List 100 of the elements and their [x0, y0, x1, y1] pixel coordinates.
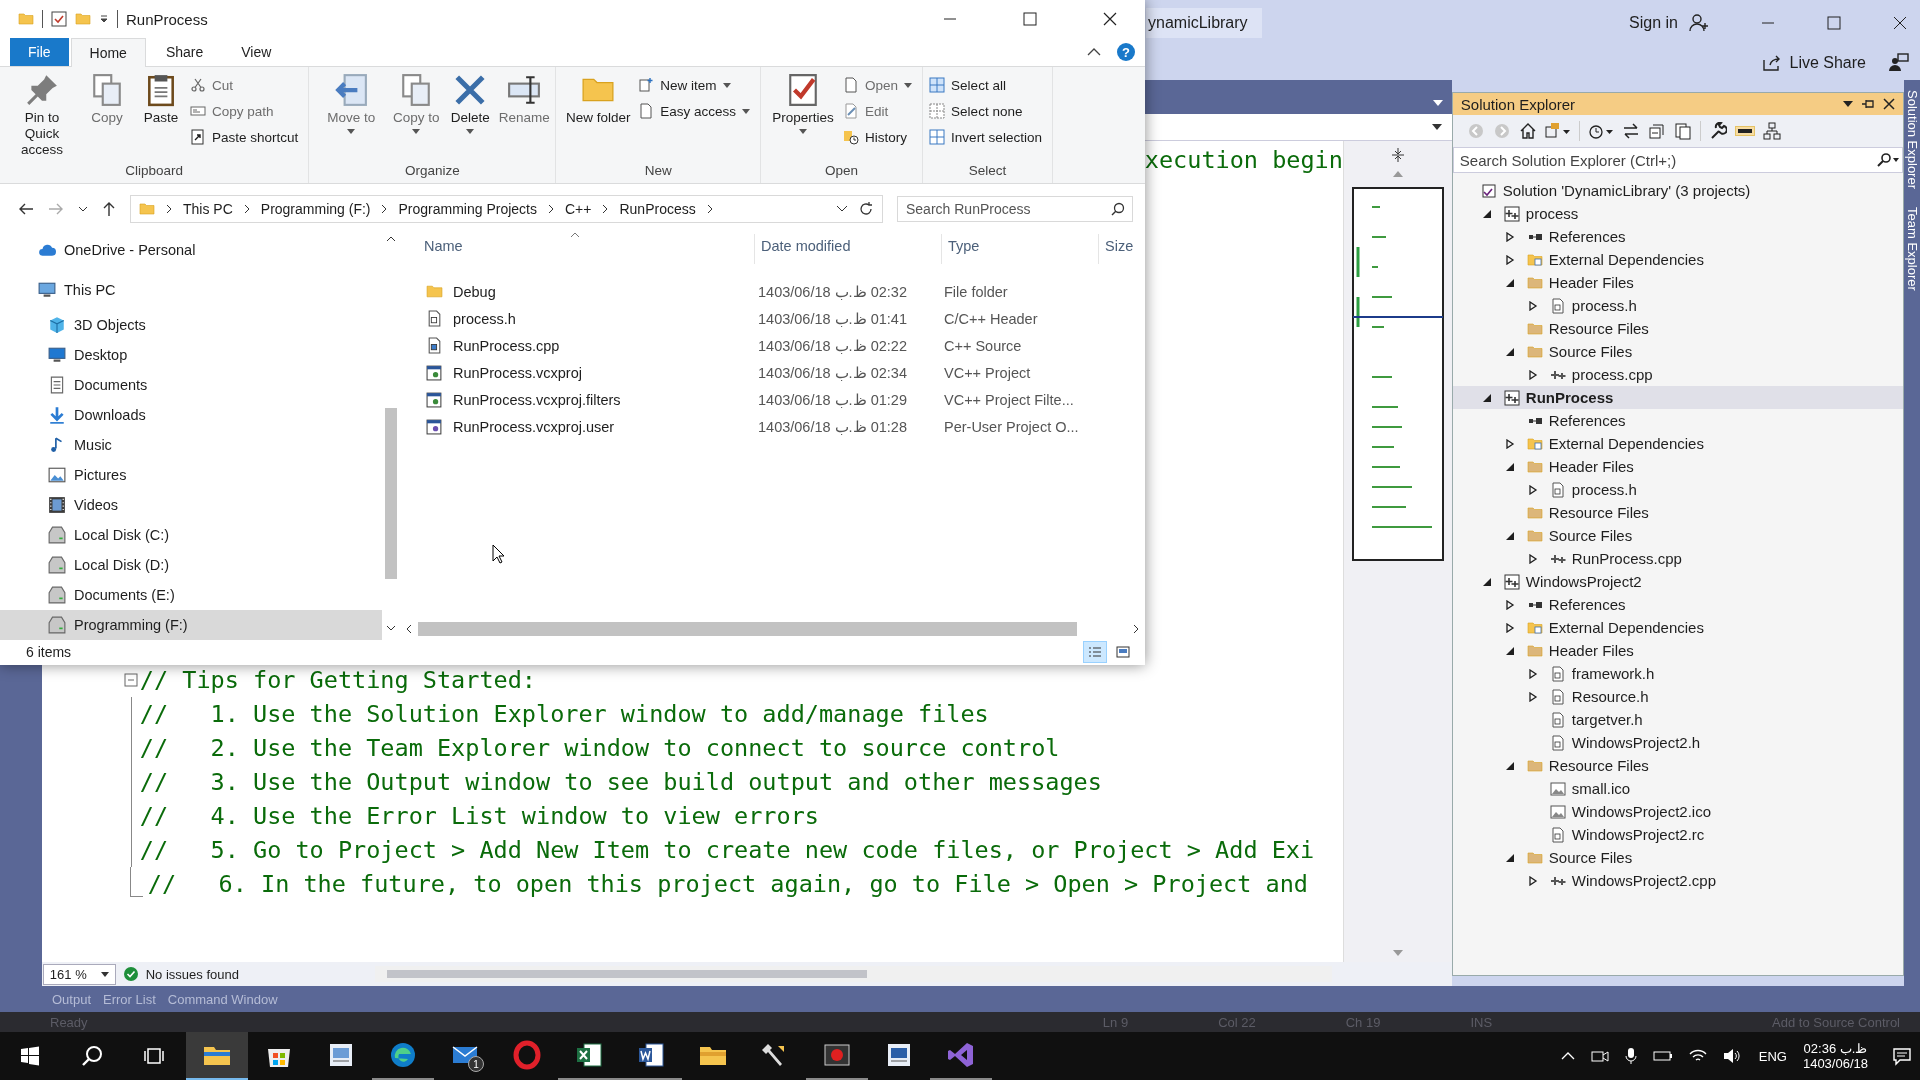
tree-row[interactable]: Resource Files: [1452, 317, 1904, 340]
tree-row[interactable]: small.ico: [1452, 777, 1904, 800]
ribbon-tab[interactable]: Home: [70, 38, 146, 67]
taskbar-app[interactable]: 1: [434, 1032, 496, 1080]
ribbon-tab[interactable]: View: [223, 38, 290, 66]
expanded-arrow-icon[interactable]: [1504, 530, 1515, 541]
tree-row[interactable]: Source Files: [1452, 340, 1904, 363]
preview-toggle[interactable]: [1734, 126, 1755, 136]
tree-row[interactable]: Header Files: [1452, 455, 1904, 478]
column-header[interactable]: Type: [942, 234, 1099, 264]
tree-row[interactable]: process.cpp: [1452, 363, 1904, 386]
person-add-icon[interactable]: [1688, 12, 1710, 34]
search-icon[interactable]: [80, 1044, 104, 1068]
tree-row[interactable]: External Dependencies: [1452, 616, 1904, 639]
ribbon-button[interactable]: History: [843, 125, 917, 149]
ribbon-button[interactable]: New folder: [562, 71, 635, 163]
nav-item[interactable]: Pictures: [0, 460, 382, 490]
breadcrumb-item[interactable]: RunProcess: [619, 201, 696, 217]
diagram-icon[interactable]: [1762, 122, 1781, 140]
file-name-cell[interactable]: RunProcess.cpp: [426, 337, 752, 354]
expanded-arrow-icon[interactable]: [1481, 208, 1492, 219]
expanded-arrow-icon[interactable]: [1504, 277, 1515, 288]
nav-item[interactable]: 3D Objects: [0, 310, 382, 340]
issues-status[interactable]: No issues found: [145, 966, 239, 982]
address-bar[interactable]: This PC Programming (F:) Programming Projects C++ RunProcess: [130, 195, 883, 223]
collapsed-arrow-icon[interactable]: [1527, 553, 1538, 564]
file-name-cell[interactable]: Debug: [426, 283, 752, 300]
nav-item[interactable]: Local Disk (D:): [0, 550, 382, 580]
chevron-down-icon[interactable]: [836, 205, 848, 213]
tree-row[interactable]: Source Files: [1452, 524, 1904, 547]
clock-date[interactable]: 1403/06/18: [1802, 1056, 1868, 1071]
back-arrow-icon[interactable]: [18, 202, 34, 216]
ribbon-button[interactable]: New item: [638, 73, 755, 97]
task-view-icon[interactable]: [144, 1046, 166, 1066]
breadcrumb-item[interactable]: This PC: [183, 201, 233, 217]
ribbon-button[interactable]: Select none: [929, 99, 1046, 123]
file-name-cell[interactable]: RunProcess.vcxproj.user: [426, 418, 752, 435]
tree-row[interactable]: Source Files: [1452, 846, 1904, 869]
file-name-cell[interactable]: process.h: [426, 310, 752, 327]
horizontal-scrollbar[interactable]: [374, 966, 1332, 982]
tree-row[interactable]: targetver.h: [1452, 708, 1904, 731]
language-indicator[interactable]: ENG: [1758, 1048, 1787, 1064]
ribbon-tab[interactable]: Share: [147, 38, 222, 66]
column-header[interactable]: Size: [1099, 234, 1145, 264]
expanded-arrow-icon[interactable]: [1504, 852, 1515, 863]
tree-row[interactable]: process: [1452, 202, 1904, 225]
tree-row[interactable]: Resource Files: [1452, 501, 1904, 524]
collapsed-arrow-icon[interactable]: [1504, 438, 1515, 449]
expanded-arrow-icon[interactable]: [1504, 760, 1515, 771]
up-arrow-icon[interactable]: [102, 201, 116, 217]
feedback-icon[interactable]: [1888, 53, 1910, 73]
clock-time[interactable]: 02:36 ب.ظ: [1803, 1041, 1868, 1056]
side-tab[interactable]: Team Explorer: [1904, 207, 1920, 291]
history-icon[interactable]: [1587, 122, 1614, 140]
live-share-button[interactable]: Live Share: [1761, 54, 1866, 72]
tree-row[interactable]: process.h: [1452, 478, 1904, 501]
ribbon-button[interactable]: Delete: [445, 71, 496, 163]
pages-icon[interactable]: [1673, 122, 1692, 140]
file-name-cell[interactable]: RunProcess.vcxproj: [426, 364, 752, 381]
checkbox-icon[interactable]: [51, 11, 67, 27]
tree-row[interactable]: RunProcess.cpp: [1452, 547, 1904, 570]
ribbon-button[interactable]: Easy access: [638, 99, 755, 123]
tree-row[interactable]: Header Files: [1452, 639, 1904, 662]
minimap-drawing[interactable]: [1351, 187, 1444, 561]
tree-row[interactable]: References: [1452, 225, 1904, 248]
tree-row[interactable]: External Dependencies: [1452, 248, 1904, 271]
breadcrumb-item[interactable]: Programming Projects: [398, 201, 537, 217]
expanded-arrow-icon[interactable]: [1504, 461, 1515, 472]
tree-row[interactable]: Header Files: [1452, 271, 1904, 294]
scroll-down-icon[interactable]: [386, 625, 396, 631]
nav-item[interactable]: Documents: [0, 370, 382, 400]
collapse-ribbon-icon[interactable]: [1087, 47, 1101, 57]
nav-item[interactable]: OneDrive - Personal: [0, 230, 382, 270]
chevron-down-icon[interactable]: [78, 205, 88, 213]
nav-item[interactable]: Videos: [0, 490, 382, 520]
breadcrumb-item[interactable]: C++: [565, 201, 592, 217]
sign-in-link[interactable]: Sign in: [1629, 14, 1678, 32]
collapsed-arrow-icon[interactable]: [1504, 622, 1515, 633]
chevron-up-icon[interactable]: [1560, 1051, 1575, 1061]
nav-item[interactable]: This PC: [0, 270, 382, 310]
ribbon-button[interactable]: Paste: [136, 71, 186, 163]
tree-row[interactable]: External Dependencies: [1452, 432, 1904, 455]
tree-row[interactable]: WindowsProject2.cpp: [1452, 869, 1904, 892]
nav-item[interactable]: Downloads: [0, 400, 382, 430]
nav-item[interactable]: Documents (E:): [0, 580, 382, 610]
ribbon-button[interactable]: Pin to Quick access: [6, 71, 78, 163]
microphone-icon[interactable]: [1624, 1047, 1637, 1065]
scroll-up-icon[interactable]: [386, 236, 396, 242]
tree-row[interactable]: Resource.h: [1452, 685, 1904, 708]
battery-icon[interactable]: [1652, 1050, 1673, 1062]
expanded-arrow-icon[interactable]: [1481, 392, 1492, 403]
zoom-dropdown[interactable]: 161 %: [42, 963, 116, 985]
notification-icon[interactable]: [1892, 1046, 1912, 1066]
collapsed-arrow-icon[interactable]: [1527, 484, 1538, 495]
dropdown-arrow-icon[interactable]: [99, 14, 109, 24]
tree-row[interactable]: WindowsProject2.h: [1452, 731, 1904, 754]
collapsed-arrow-icon[interactable]: [1527, 369, 1538, 380]
tree-row[interactable]: WindowsProject2: [1452, 570, 1904, 593]
collapsed-arrow-icon[interactable]: [1527, 668, 1538, 679]
switch-views-icon[interactable]: [1544, 122, 1571, 140]
